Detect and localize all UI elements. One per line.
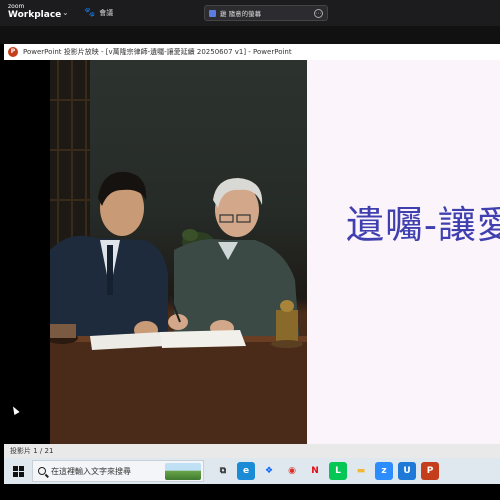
start-button[interactable] [4, 458, 32, 484]
slide-photo [50, 60, 307, 444]
slide[interactable]: 遺囑-讓愛 [50, 60, 500, 444]
powerpoint-title-bar: P PowerPoint 投影片放映 - [v萬隆宗律師-遺囑-讓愛延續 202… [4, 44, 500, 60]
zoom-icon[interactable]: z [375, 462, 393, 480]
u-app-icon[interactable]: U [398, 462, 416, 480]
search-highlight-image [165, 463, 201, 480]
share-screen-icon [209, 9, 216, 17]
netflix-icon[interactable]: N [306, 462, 324, 480]
windows-taskbar: 在這裡輸入文字來搜尋 ⧉ e ❖ ◉ N L ▬ z U P [4, 458, 500, 484]
powerpoint-app-icon: P [8, 47, 18, 57]
zoom-toolbar: zoom Workplace ⌄ 🐾 會議 雞 隨意的螢幕 ⋯ [0, 0, 500, 26]
search-icon [38, 467, 46, 475]
powerpoint-icon[interactable]: P [421, 462, 439, 480]
paw-icon: 🐾 [84, 8, 96, 18]
screen: zoom Workplace ⌄ 🐾 會議 雞 隨意的螢幕 ⋯ P PowerP… [0, 0, 500, 500]
slideshow-margin [4, 60, 50, 444]
chevron-down-icon[interactable]: ⌄ [62, 8, 69, 17]
bottom-border [0, 484, 500, 500]
more-options-icon[interactable]: ⋯ [314, 8, 323, 18]
window-title: PowerPoint 投影片放映 - [v萬隆宗律師-遺囑-讓愛延續 20250… [23, 48, 292, 56]
screen-share-indicator[interactable]: 雞 隨意的螢幕 ⋯ [204, 5, 328, 21]
windows-logo-icon [12, 465, 24, 477]
search-placeholder: 在這裡輸入文字來搜尋 [51, 466, 131, 476]
meeting-label: 會議 [99, 9, 114, 17]
meeting-button[interactable]: 🐾 會議 [84, 8, 113, 18]
shared-area-gutter [0, 26, 500, 44]
chrome-icon[interactable]: ◉ [283, 462, 301, 480]
share-label: 雞 隨意的螢幕 [220, 10, 262, 18]
dropbox-icon[interactable]: ❖ [260, 462, 278, 480]
taskbar-app-icons: ⧉ e ❖ ◉ N L ▬ z U P [214, 462, 439, 480]
taskbar-search-input[interactable]: 在這裡輸入文字來搜尋 [32, 460, 204, 482]
zoom-brand-bottom: Workplace [8, 10, 62, 20]
task-view-icon[interactable]: ⧉ [214, 462, 232, 480]
edge-icon[interactable]: e [237, 462, 255, 480]
file-explorer-icon[interactable]: ▬ [352, 462, 370, 480]
slide-title: 遺囑-讓愛 [346, 203, 500, 247]
slide-counter: 投影片 1 / 21 [4, 444, 500, 458]
two-men-signing-will-image [50, 60, 307, 444]
mouse-cursor-icon [10, 405, 20, 415]
zoom-logo: zoom Workplace [8, 4, 61, 20]
line-icon[interactable]: L [329, 462, 347, 480]
